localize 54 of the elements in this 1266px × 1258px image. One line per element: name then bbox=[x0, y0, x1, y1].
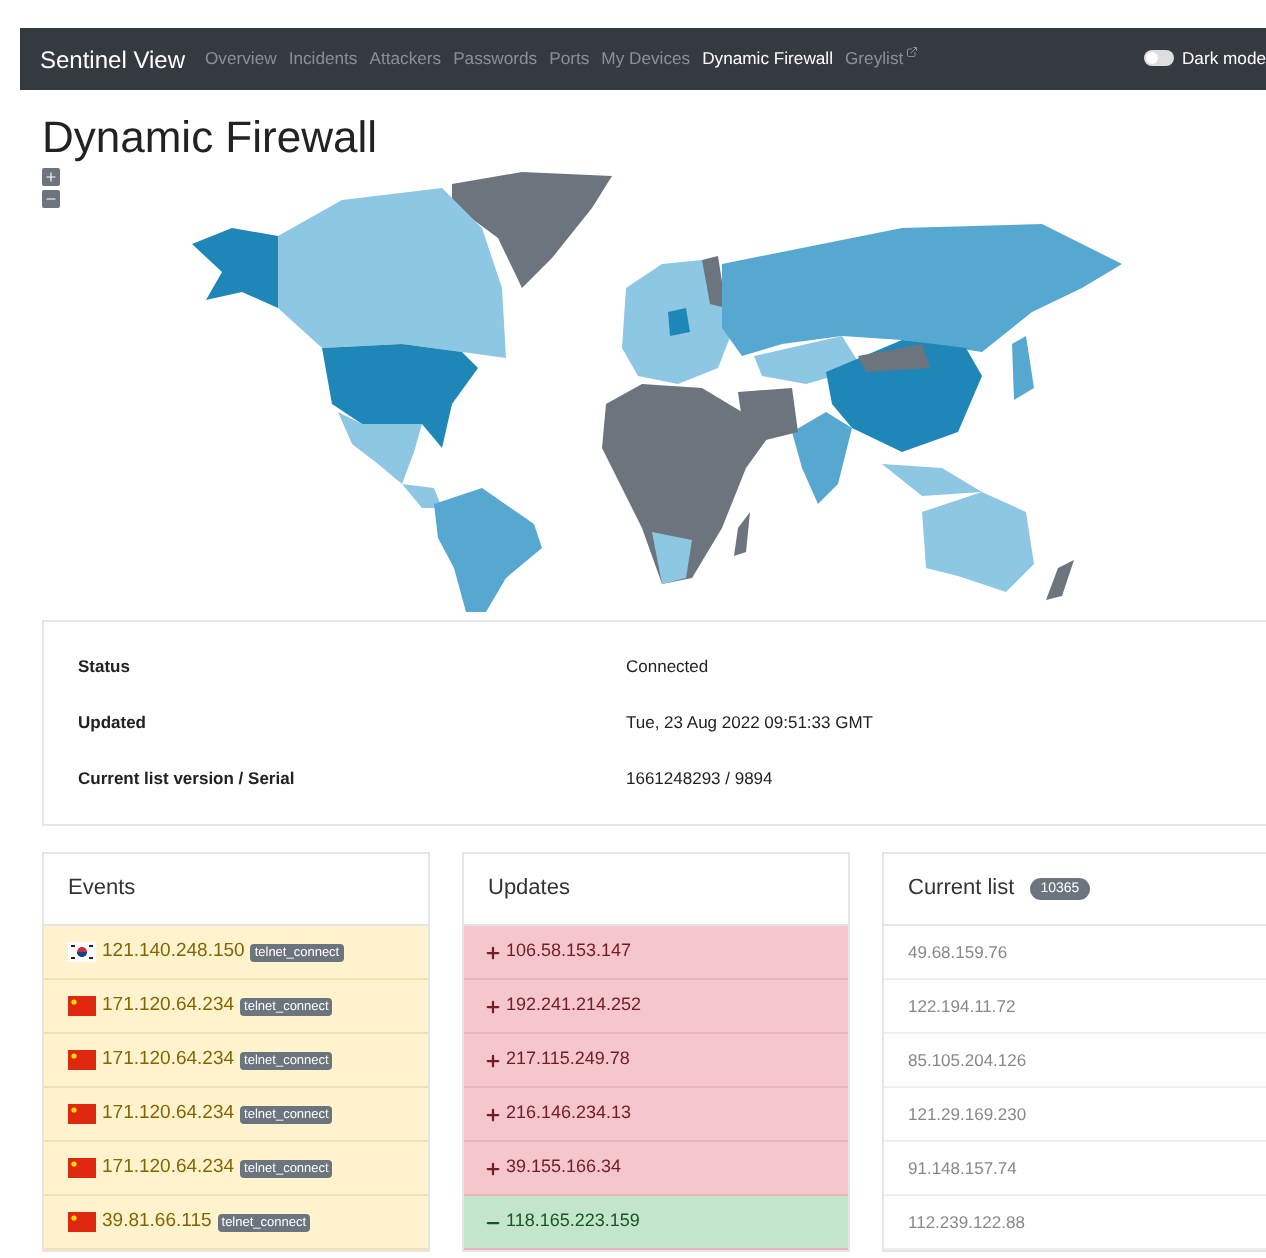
status-value: Connected bbox=[626, 654, 709, 681]
ip-address: 121.140.248.150 bbox=[102, 937, 245, 966]
nav-link[interactable]: Greylist bbox=[845, 46, 918, 72]
dark-mode-label: Dark mode bbox=[1181, 46, 1266, 72]
nav-link[interactable]: Incidents bbox=[288, 46, 358, 72]
ip-address: 39.81.66.115 bbox=[102, 1207, 212, 1236]
ip-address: 171.120.64.234 bbox=[102, 1045, 235, 1074]
plus-icon bbox=[484, 997, 502, 1015]
ip-address: 106.58.153.147 bbox=[506, 938, 632, 965]
nav-link[interactable]: My Devices bbox=[601, 46, 691, 72]
nav-link[interactable]: Overview bbox=[205, 46, 277, 72]
china-flag-icon bbox=[68, 1050, 96, 1070]
china-flag-icon bbox=[68, 1158, 96, 1178]
ip-address: 171.120.64.234 bbox=[102, 1099, 235, 1128]
card-title: Events bbox=[68, 874, 136, 905]
ip-address: 216.146.234.13 bbox=[506, 1100, 632, 1127]
page-title: Dynamic Firewall bbox=[42, 110, 379, 166]
china-flag-icon bbox=[68, 1212, 96, 1232]
ip-address: 112.239.122.88 bbox=[908, 1209, 1025, 1235]
ip-address: 91.148.157.74 bbox=[908, 1155, 1017, 1181]
card-title: Updates bbox=[488, 874, 570, 905]
plus-icon bbox=[44, 170, 58, 184]
ip-address: 85.105.204.126 bbox=[908, 1047, 1027, 1073]
plus-icon bbox=[484, 1105, 502, 1123]
zoom-out-button[interactable] bbox=[42, 190, 60, 208]
dark-mode-switch[interactable] bbox=[1143, 50, 1174, 67]
china-flag-icon bbox=[68, 996, 96, 1016]
nav-link[interactable]: Passwords bbox=[453, 46, 538, 72]
plus-icon bbox=[484, 943, 502, 961]
nav-link[interactable]: Attackers bbox=[369, 46, 442, 72]
ip-address: 192.241.214.252 bbox=[506, 992, 642, 1019]
status-value: Tue, 23 Aug 2022 09:51:33 GMT bbox=[626, 710, 873, 736]
status-label: Status bbox=[78, 654, 132, 681]
ip-address: 39.155.166.34 bbox=[506, 1154, 622, 1181]
plus-icon bbox=[484, 1051, 502, 1069]
ip-address: 49.68.159.76 bbox=[908, 939, 1008, 965]
status-label: Updated bbox=[78, 710, 148, 736]
zoom-in-button[interactable] bbox=[42, 168, 60, 186]
ip-address: 121.29.169.230 bbox=[908, 1101, 1027, 1127]
brand[interactable]: Sentinel View bbox=[40, 41, 185, 77]
ip-address: 171.120.64.234 bbox=[102, 1153, 235, 1182]
nav-link[interactable]: Ports bbox=[549, 46, 590, 72]
plus-icon bbox=[484, 1159, 502, 1177]
nav-link[interactable]: Dynamic Firewall bbox=[702, 46, 833, 72]
ip-address: 171.120.64.234 bbox=[102, 991, 235, 1020]
status-label: Current list version / Serial bbox=[78, 765, 297, 792]
status-value: 1661248293 / 9894 bbox=[626, 765, 773, 792]
korea-flag-icon bbox=[68, 942, 96, 962]
minus-icon bbox=[44, 192, 58, 206]
ip-address: 122.194.11.72 bbox=[908, 993, 1016, 1019]
card-title: Current list bbox=[908, 874, 1015, 905]
china-flag-icon bbox=[68, 1104, 96, 1124]
ip-address: 217.115.249.78 bbox=[506, 1046, 630, 1073]
ip-address: 118.165.223.159 bbox=[506, 1208, 640, 1235]
